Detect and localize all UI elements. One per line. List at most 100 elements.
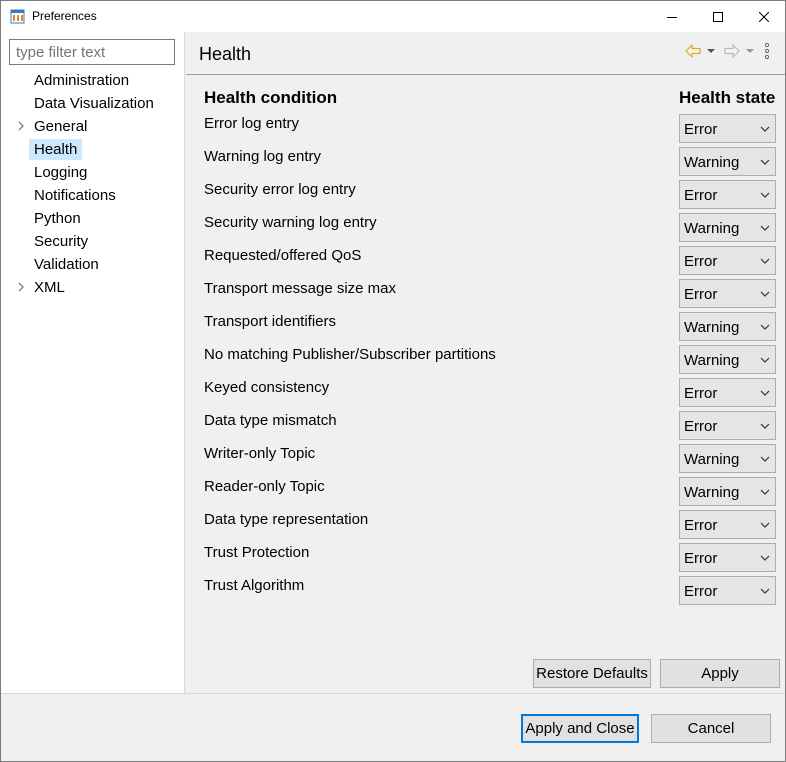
minimize-icon [667,16,677,18]
health-row: Transport message size max Error [186,279,785,312]
state-select[interactable]: Warning [679,345,776,374]
state-select[interactable]: Error [679,576,776,605]
state-value: Error [684,550,718,567]
health-row: Data type representation Error [186,510,785,543]
condition-label: Writer-only Topic [204,445,316,462]
chevron-down-icon [760,555,770,561]
forward-arrow-icon[interactable] [723,42,741,60]
window-title: Preferences [32,9,97,23]
health-row: Trust Algorithm Error [186,576,785,609]
state-select[interactable]: Warning [679,147,776,176]
state-select[interactable]: Warning [679,312,776,341]
state-value: Error [684,286,718,303]
tree-item-security[interactable]: Security [1,231,184,252]
tree-item-python[interactable]: Python [1,208,184,229]
chevron-down-icon [760,522,770,528]
chevron-down-icon[interactable] [745,42,755,60]
condition-label: Reader-only Topic [204,478,325,495]
tree-item-health[interactable]: Health [1,139,184,160]
health-row: Security error log entry Error [186,180,785,213]
preferences-window: Preferences Administration Data Visualiz… [0,0,786,762]
state-value: Error [684,583,718,600]
condition-label: Keyed consistency [204,379,330,396]
minimize-button[interactable] [649,1,695,32]
tree-item-label: Logging [34,164,88,181]
state-select[interactable]: Error [679,114,776,143]
maximize-button[interactable] [695,1,741,32]
preference-tree-pane: Administration Data Visualization Genera… [1,32,185,693]
health-state-header: Health state [679,88,776,107]
health-condition-header: Health condition [204,88,338,107]
preferences-app-icon [10,9,25,24]
chevron-down-icon [760,357,770,363]
chevron-down-icon[interactable] [706,42,716,60]
state-value: Warning [684,352,740,369]
close-button[interactable] [741,1,786,32]
tree-item-label: Notifications [34,187,116,204]
health-row: Requested/offered QoS Error [186,246,785,279]
health-row: Trust Protection Error [186,543,785,576]
apply-and-close-button[interactable]: Apply and Close [521,714,639,743]
state-value: Error [684,418,718,435]
filter-input[interactable] [9,39,175,65]
chevron-down-icon [760,489,770,495]
tree-item-notifications[interactable]: Notifications [1,185,184,206]
health-row: Error log entry Error [186,114,785,147]
tree-item-validation[interactable]: Validation [1,254,184,275]
state-value: Warning [684,220,740,237]
tree-item-logging[interactable]: Logging [1,162,184,183]
state-value: Error [684,187,718,204]
state-select[interactable]: Error [679,378,776,407]
title-bar: Preferences [1,1,785,32]
condition-label: Security error log entry [204,181,356,198]
close-icon [759,11,769,22]
tree-item-administration[interactable]: Administration [1,70,184,91]
state-select[interactable]: Error [679,411,776,440]
state-value: Error [684,253,718,270]
tree-item-label: General [34,118,88,135]
chevron-down-icon [760,456,770,462]
tree-item-data-visualization[interactable]: Data Visualization [1,93,184,114]
state-value: Error [684,517,718,534]
chevron-right-icon[interactable] [16,281,26,293]
state-select[interactable]: Error [679,180,776,209]
cancel-button[interactable]: Cancel [651,714,771,743]
back-arrow-icon[interactable] [684,42,702,60]
state-select[interactable]: Error [679,510,776,539]
health-row: Warning log entry Warning [186,147,785,180]
condition-label: Data type representation [204,511,369,528]
tree-item-label: XML [34,279,65,296]
tree-item-label: Data Visualization [34,95,154,112]
state-value: Error [684,385,718,402]
state-select[interactable]: Error [679,543,776,572]
health-row: Writer-only Topic Warning [186,444,785,477]
chevron-down-icon [760,225,770,231]
state-select[interactable]: Warning [679,444,776,473]
state-select[interactable]: Error [679,279,776,308]
restore-defaults-button[interactable]: Restore Defaults [533,659,651,688]
state-select[interactable]: Error [679,246,776,275]
apply-button[interactable]: Apply [660,659,780,688]
view-menu-icon[interactable] [763,42,771,60]
chevron-right-icon[interactable] [16,120,26,132]
page-header: Health [186,32,785,75]
tree-item-label: Python [34,210,81,227]
condition-label: Transport message size max [204,280,397,297]
health-row: No matching Publisher/Subscriber partiti… [186,345,785,378]
tree-item-xml[interactable]: XML [1,277,184,298]
health-row: Security warning log entry Warning [186,213,785,246]
condition-label: Transport identifiers [204,313,336,330]
tree-item-general[interactable]: General [1,116,184,137]
chevron-down-icon [760,192,770,198]
state-select[interactable]: Warning [679,213,776,242]
condition-label: No matching Publisher/Subscriber partiti… [204,346,496,363]
condition-label: Security warning log entry [204,214,377,231]
chevron-down-icon [760,258,770,264]
condition-label: Data type mismatch [204,412,337,429]
chevron-down-icon [760,588,770,594]
state-select[interactable]: Warning [679,477,776,506]
condition-label: Trust Protection [204,544,310,561]
page-title: Health [199,44,252,64]
condition-label: Error log entry [204,115,300,132]
dialog-footer: Apply and Close Cancel [1,694,785,761]
